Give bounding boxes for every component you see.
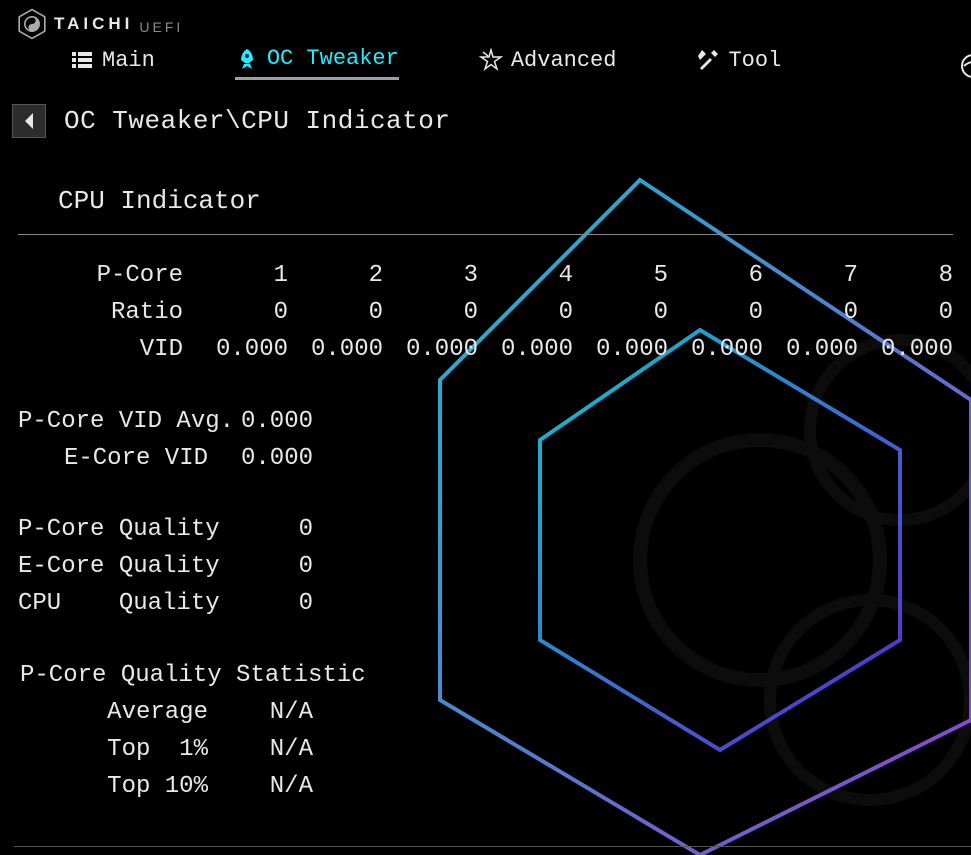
pcore-col-8: 8 bbox=[858, 257, 953, 294]
cell-value: 0 bbox=[573, 294, 668, 331]
pcore-quality-value: 0 bbox=[218, 511, 313, 548]
divider bbox=[18, 234, 953, 235]
stat-top10-label: Top 10% bbox=[18, 768, 218, 805]
cell-value: 0.000 bbox=[288, 331, 383, 368]
back-arrow-icon bbox=[21, 111, 37, 131]
tab-main-label: Main bbox=[102, 48, 155, 73]
ecore-vid-value: 0.000 bbox=[218, 440, 313, 477]
tab-tool-label: Tool bbox=[728, 48, 781, 73]
pcore-col-2: 2 bbox=[288, 257, 383, 294]
row-label: Ratio bbox=[18, 294, 193, 331]
tab-main[interactable]: Main bbox=[70, 48, 155, 79]
tab-advanced[interactable]: Advanced bbox=[479, 48, 617, 79]
cell-value: 0 bbox=[288, 294, 383, 331]
cpu-quality-value: 0 bbox=[218, 585, 313, 622]
cell-value: 0.000 bbox=[763, 331, 858, 368]
pcore-vid-avg-value: 0.000 bbox=[218, 403, 313, 440]
cell-value: 0 bbox=[383, 294, 478, 331]
cpu-quality-label: CPU Quality bbox=[18, 585, 218, 622]
stat-average-label: Average bbox=[18, 694, 218, 731]
cell-value: 0.000 bbox=[858, 331, 953, 368]
ecore-quality-label: E-Core Quality bbox=[18, 548, 218, 585]
stat-top1-value: N/A bbox=[218, 731, 313, 768]
ecore-quality-value: 0 bbox=[218, 548, 313, 585]
taichi-logo-icon bbox=[16, 8, 48, 40]
cell-value: 0.000 bbox=[573, 331, 668, 368]
header: TAICHI UEFI bbox=[0, 0, 971, 40]
nav-tabs: Main OC Tweaker Advanced Tool bbox=[0, 40, 971, 86]
row-label: VID bbox=[18, 331, 193, 368]
content-area: CPU Indicator P-Core 12345678 Ratio00000… bbox=[0, 138, 971, 805]
pcore-col-1: 1 bbox=[193, 257, 288, 294]
pcore-quality-stat-heading: P-Core Quality Statistic bbox=[18, 657, 953, 694]
table-row: Ratio00000000 bbox=[18, 294, 953, 331]
star-icon bbox=[479, 48, 503, 72]
brand-sub: UEFI bbox=[139, 19, 183, 35]
ecore-vid-label: E-Core VID bbox=[18, 440, 218, 477]
list-icon bbox=[70, 48, 94, 72]
pcore-quality-label: P-Core Quality bbox=[18, 511, 218, 548]
cell-value: 0 bbox=[858, 294, 953, 331]
cell-value: 0 bbox=[478, 294, 573, 331]
pcore-vid-avg-label: P-Core VID Avg. bbox=[18, 403, 218, 440]
stat-average-value: N/A bbox=[218, 694, 313, 731]
bottom-divider bbox=[14, 846, 971, 847]
cell-value: 0.000 bbox=[383, 331, 478, 368]
tab-overflow-icon[interactable] bbox=[959, 52, 971, 80]
back-button[interactable] bbox=[12, 104, 46, 138]
cell-value: 0 bbox=[668, 294, 763, 331]
tab-tool[interactable]: Tool bbox=[696, 48, 781, 79]
cell-value: 0.000 bbox=[478, 331, 573, 368]
section-title: CPU Indicator bbox=[18, 186, 953, 234]
pcore-col-4: 4 bbox=[478, 257, 573, 294]
cell-value: 0 bbox=[193, 294, 288, 331]
rocket-icon bbox=[235, 47, 259, 71]
cell-value: 0.000 bbox=[193, 331, 288, 368]
stat-top10-value: N/A bbox=[218, 768, 313, 805]
brand-name: TAICHI bbox=[54, 14, 133, 34]
tab-advanced-label: Advanced bbox=[511, 48, 617, 73]
breadcrumb: OC Tweaker\CPU Indicator bbox=[64, 106, 450, 136]
tools-icon bbox=[696, 48, 720, 72]
pcore-col-5: 5 bbox=[573, 257, 668, 294]
tab-oc-tweaker-label: OC Tweaker bbox=[267, 46, 399, 71]
pcore-col-6: 6 bbox=[668, 257, 763, 294]
stat-top1-label: Top 1% bbox=[18, 731, 218, 768]
cell-value: 0.000 bbox=[668, 331, 763, 368]
table-row: VID0.0000.0000.0000.0000.0000.0000.0000.… bbox=[18, 331, 953, 368]
tab-oc-tweaker[interactable]: OC Tweaker bbox=[235, 46, 399, 80]
pcore-col-3: 3 bbox=[383, 257, 478, 294]
cell-value: 0 bbox=[763, 294, 858, 331]
pcore-table: P-Core 12345678 Ratio00000000VID0.0000.0… bbox=[18, 257, 953, 369]
pcore-col-7: 7 bbox=[763, 257, 858, 294]
pcore-header-label: P-Core bbox=[18, 257, 193, 294]
